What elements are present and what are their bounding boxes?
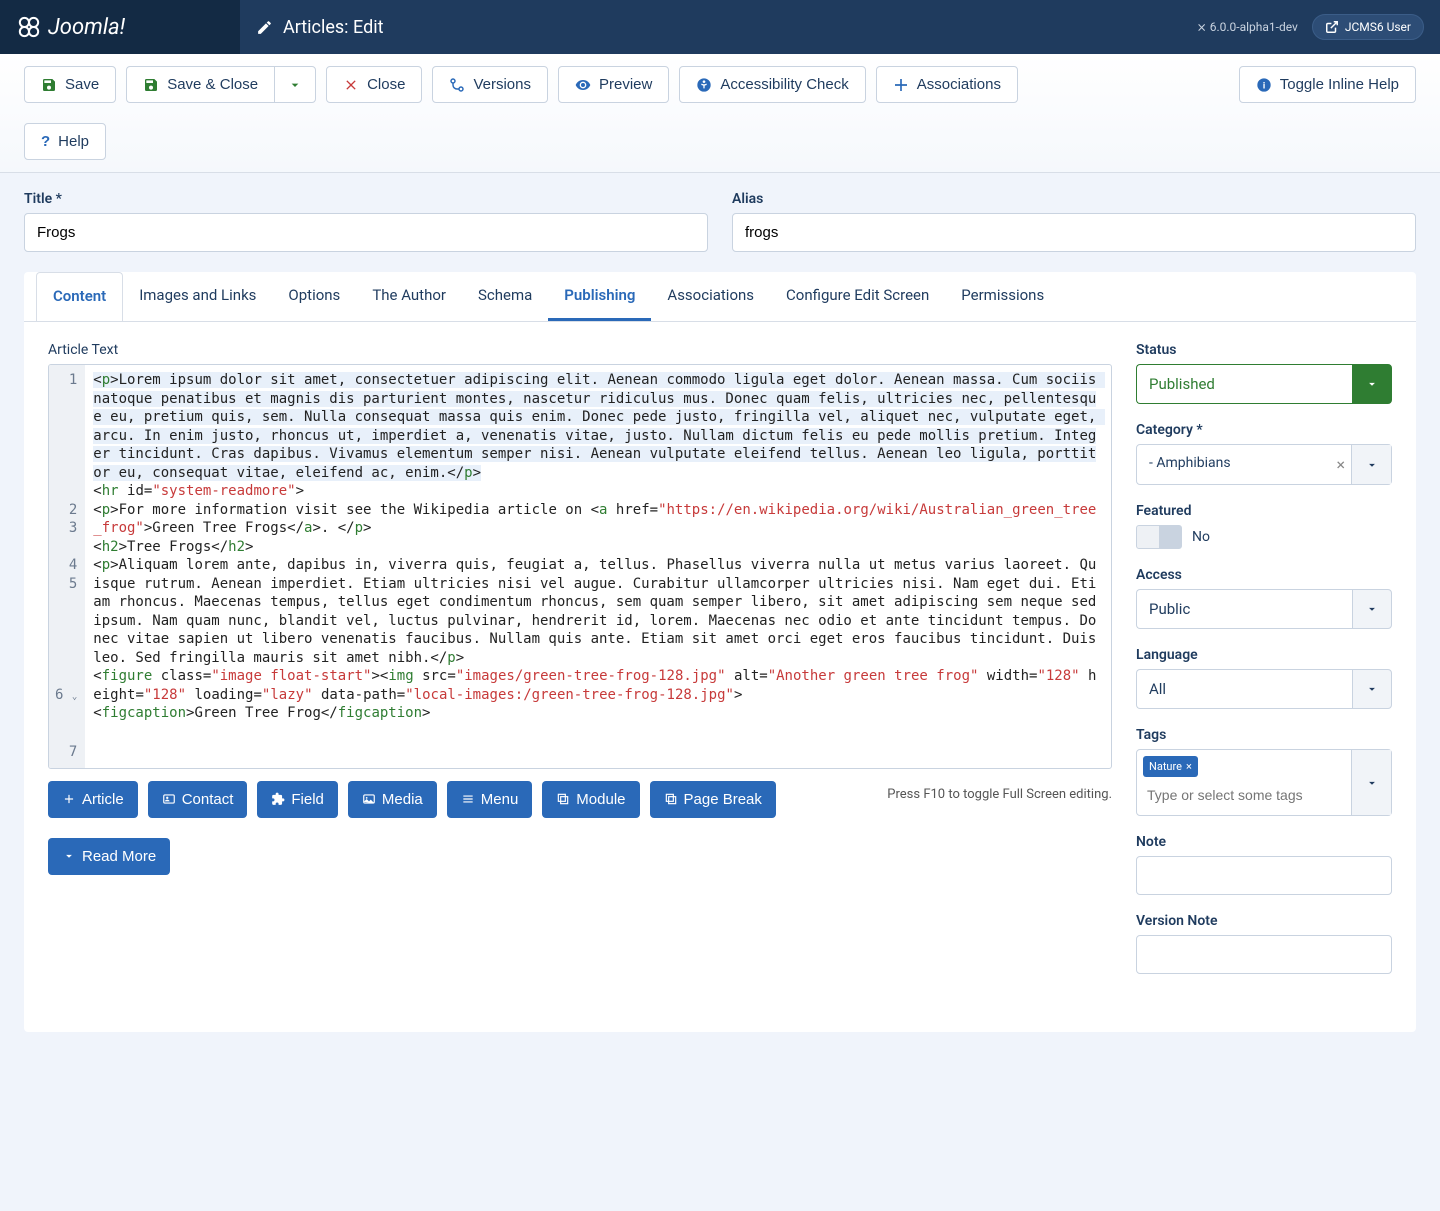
- insert-field-button[interactable]: Field: [257, 781, 338, 818]
- close-icon: [343, 77, 359, 93]
- top-bar: Joomla! Articles: Edit ⨯ 6.0.0-alpha1-de…: [0, 0, 1440, 54]
- featured-value: No: [1192, 529, 1210, 545]
- save-close-group: Save & Close: [126, 66, 316, 103]
- toolbar: Save Save & Close Close Versions Preview…: [0, 54, 1440, 173]
- chevron-down-icon: [1365, 776, 1379, 790]
- chevron-down-icon: [1365, 377, 1379, 391]
- branch-icon: [449, 77, 465, 93]
- featured-label: Featured: [1136, 503, 1392, 519]
- info-icon: i: [1256, 77, 1272, 93]
- status-dropdown-toggle[interactable]: [1352, 364, 1392, 404]
- insert-article-button[interactable]: Article: [48, 781, 138, 818]
- title-label: Title: [24, 191, 708, 207]
- chevron-down-icon: [1365, 458, 1379, 472]
- insert-media-button[interactable]: Media: [348, 781, 437, 818]
- help-button[interactable]: ?Help: [24, 123, 106, 160]
- alias-input[interactable]: [732, 213, 1416, 252]
- code-content: <p>Lorem ipsum dolor sit amet, consectet…: [85, 365, 1111, 768]
- user-label: JCMS6 User: [1345, 20, 1411, 34]
- tags-label: Tags: [1136, 727, 1392, 743]
- note-label: Note: [1136, 834, 1392, 850]
- copy-icon: [556, 792, 570, 806]
- tab-publishing[interactable]: Publishing: [548, 272, 651, 321]
- list-icon: [461, 792, 475, 806]
- insert-pagebreak-button[interactable]: Page Break: [650, 781, 776, 818]
- copy-icon: [664, 792, 678, 806]
- category-dropdown-toggle[interactable]: [1351, 445, 1391, 484]
- versions-button[interactable]: Versions: [432, 66, 548, 103]
- puzzle-icon: [271, 792, 285, 806]
- language-label: Language: [1136, 647, 1392, 663]
- svg-text:i: i: [1262, 80, 1265, 90]
- tab-content[interactable]: Content: [36, 272, 123, 322]
- language-select[interactable]: All: [1136, 669, 1352, 709]
- card-icon: [162, 792, 176, 806]
- status-label: Status: [1136, 342, 1392, 358]
- featured-toggle[interactable]: [1136, 525, 1182, 549]
- access-label: Access: [1136, 567, 1392, 583]
- tab-bar: Content Images and Links Options The Aut…: [24, 272, 1416, 322]
- code-editor[interactable]: 1 23 45 6 ⌄ 7 <p>Lorem ipsum dolor sit a…: [48, 364, 1112, 769]
- chevron-down-icon: [1365, 682, 1379, 696]
- accessibility-icon: [696, 77, 712, 93]
- brand-text: Joomla!: [48, 15, 125, 40]
- editor-label: Article Text: [48, 342, 1112, 358]
- question-icon: ?: [41, 133, 50, 150]
- status-select[interactable]: Published: [1136, 364, 1352, 404]
- version-badge: ⨯ 6.0.0-alpha1-dev: [1197, 20, 1298, 34]
- alias-label: Alias: [732, 191, 1416, 207]
- category-select[interactable]: - Amphibians: [1137, 445, 1330, 484]
- user-menu[interactable]: JCMS6 User: [1312, 14, 1424, 40]
- tab-configure-edit[interactable]: Configure Edit Screen: [770, 272, 945, 321]
- insert-contact-button[interactable]: Contact: [148, 781, 248, 818]
- category-label: Category: [1136, 422, 1392, 438]
- insert-menu-button[interactable]: Menu: [447, 781, 533, 818]
- access-select[interactable]: Public: [1136, 589, 1352, 629]
- save-close-button[interactable]: Save & Close: [126, 66, 274, 103]
- associations-icon: [893, 77, 909, 93]
- associations-button[interactable]: Associations: [876, 66, 1018, 103]
- save-close-dropdown[interactable]: [274, 66, 316, 103]
- tag-remove-icon[interactable]: ×: [1186, 760, 1192, 773]
- chevron-down-icon: [287, 77, 303, 93]
- tab-author[interactable]: The Author: [356, 272, 462, 321]
- tab-images-links[interactable]: Images and Links: [123, 272, 272, 321]
- title-input[interactable]: [24, 213, 708, 252]
- brand-logo[interactable]: Joomla!: [0, 0, 240, 54]
- insert-module-button[interactable]: Module: [542, 781, 639, 818]
- save-icon: [41, 77, 57, 93]
- pencil-icon: [256, 19, 273, 36]
- tab-permissions[interactable]: Permissions: [945, 272, 1060, 321]
- eye-icon: [575, 77, 591, 93]
- tag-chip[interactable]: Nature×: [1143, 756, 1198, 777]
- version-note-label: Version Note: [1136, 913, 1392, 929]
- page-title: Articles: Edit: [283, 17, 384, 38]
- tab-options[interactable]: Options: [272, 272, 356, 321]
- tab-associations[interactable]: Associations: [651, 272, 770, 321]
- preview-button[interactable]: Preview: [558, 66, 669, 103]
- save-icon: [143, 77, 159, 93]
- plus-icon: [62, 792, 76, 806]
- access-dropdown-toggle[interactable]: [1352, 589, 1392, 629]
- accessibility-button[interactable]: Accessibility Check: [679, 66, 865, 103]
- external-link-icon: [1325, 20, 1339, 34]
- version-note-input[interactable]: [1136, 935, 1392, 974]
- category-clear[interactable]: ×: [1330, 445, 1351, 484]
- editor-hint: Press F10 to toggle Full Screen editing.: [887, 781, 1112, 802]
- chevron-down-icon: [1365, 602, 1379, 616]
- tags-dropdown-toggle[interactable]: [1351, 750, 1391, 815]
- image-icon: [362, 792, 376, 806]
- tab-schema[interactable]: Schema: [462, 272, 548, 321]
- toggle-help-button[interactable]: iToggle Inline Help: [1239, 66, 1416, 103]
- chevron-down-icon: [62, 849, 76, 863]
- close-button[interactable]: Close: [326, 66, 422, 103]
- language-dropdown-toggle[interactable]: [1352, 669, 1392, 709]
- line-gutter: 1 23 45 6 ⌄ 7: [49, 365, 85, 768]
- page-title-wrap: Articles: Edit: [240, 17, 400, 38]
- joomla-icon: [18, 16, 40, 38]
- insert-readmore-button[interactable]: Read More: [48, 838, 170, 875]
- save-button[interactable]: Save: [24, 66, 116, 103]
- tags-input[interactable]: [1143, 781, 1345, 809]
- note-input[interactable]: [1136, 856, 1392, 895]
